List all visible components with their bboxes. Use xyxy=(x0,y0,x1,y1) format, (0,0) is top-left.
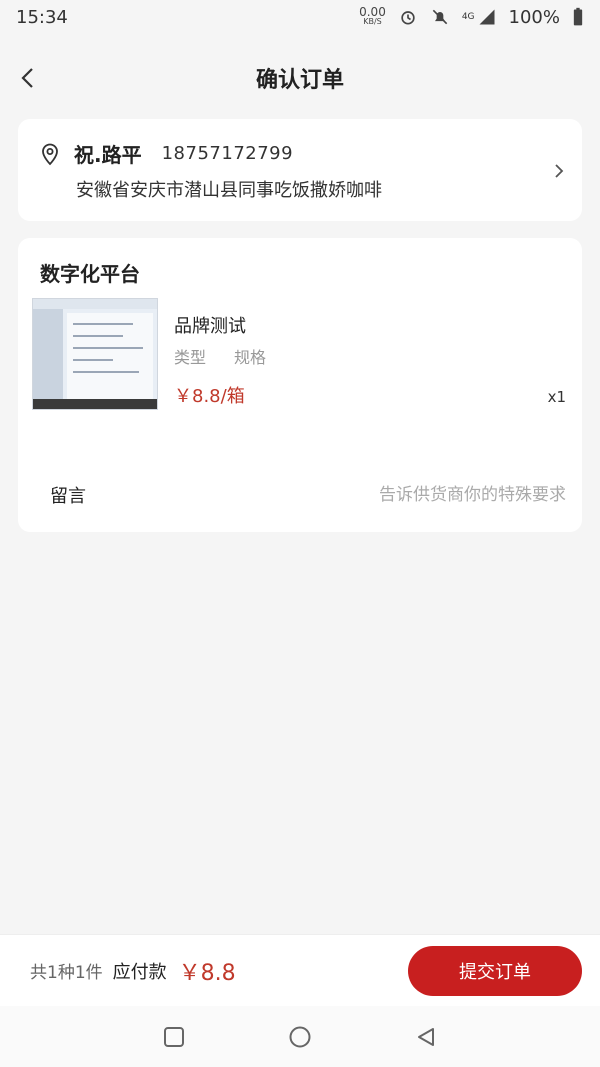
product-spec-label: 规格 xyxy=(234,348,267,367)
product-type-label: 类型 xyxy=(174,348,207,367)
thumb-line xyxy=(73,371,139,373)
signal-icon xyxy=(479,9,495,25)
product-quantity: x1 xyxy=(547,388,566,406)
message-row: 留言 xyxy=(50,482,566,508)
status-bar: 15:34 0.00 KB/S 4G 100% xyxy=(0,0,600,34)
thumb-line xyxy=(73,335,123,337)
thumb-taskbar xyxy=(33,399,157,409)
status-time: 15:34 xyxy=(16,6,68,28)
product-price: ￥8.8/箱 xyxy=(174,386,245,407)
home-button[interactable] xyxy=(287,1024,313,1050)
battery-icon xyxy=(573,7,583,26)
chevron-right-icon xyxy=(555,164,564,178)
alarm-icon xyxy=(401,11,415,25)
back-button[interactable] xyxy=(12,60,42,96)
checkout-bar: 共1种1件 应付款 ￥8.8 提交订单 xyxy=(0,934,600,1006)
net-speed-unit: KB/S xyxy=(363,17,382,26)
pay-amount: ￥8.8 xyxy=(178,960,236,986)
order-card: 数字化平台 品牌测试 类型 规格 ￥8.8/箱 x1 留言 xyxy=(18,238,582,532)
thumb-sidebar xyxy=(33,309,63,401)
total-count: 共1种1件 xyxy=(30,963,103,983)
network-type: 4G xyxy=(461,12,475,22)
square-icon xyxy=(164,1026,184,1047)
page-title: 确认订单 xyxy=(255,68,344,93)
submit-order-button[interactable]: 提交订单 xyxy=(408,945,582,996)
recipient-phone: 18757172799 xyxy=(161,143,294,164)
product-meta: 类型 规格 xyxy=(174,344,266,368)
message-input[interactable] xyxy=(306,485,566,505)
thumb-line xyxy=(73,323,133,325)
triangle-back-icon xyxy=(418,1027,434,1046)
product-image[interactable] xyxy=(32,298,158,410)
recent-apps-button[interactable] xyxy=(161,1024,187,1050)
location-pin-icon xyxy=(42,143,58,165)
status-icons: 0.00 KB/S 4G 100% xyxy=(359,5,584,28)
net-speed: 0.00 KB/S xyxy=(359,5,386,27)
address-card[interactable]: 祝.路平 18757172799 安徽省安庆市潜山县同事吃饭撒娇咖啡 xyxy=(18,119,582,221)
net-speed-value: 0.00 xyxy=(359,5,386,19)
nav-bar: 确认订单 xyxy=(0,48,600,108)
signal-group: 4G xyxy=(462,7,497,27)
shop-name: 数字化平台 xyxy=(40,262,140,286)
back-nav-button[interactable] xyxy=(413,1024,439,1050)
muted-bell-icon xyxy=(432,9,448,25)
pay-label: 应付款 xyxy=(112,961,167,983)
battery-level: 100% xyxy=(508,6,560,28)
thumb-line xyxy=(73,359,113,361)
thumb-content xyxy=(67,313,153,399)
system-nav-bar xyxy=(0,1006,600,1067)
product-title: 品牌测试 xyxy=(174,316,246,337)
thumb-toolbar xyxy=(33,299,157,309)
recipient-name: 祝.路平 xyxy=(74,143,142,167)
message-label: 留言 xyxy=(50,486,86,507)
circle-icon xyxy=(289,1026,311,1047)
thumb-line xyxy=(73,347,143,349)
back-arrow-icon xyxy=(21,68,33,88)
address-detail: 安徽省安庆市潜山县同事吃饭撒娇咖啡 xyxy=(76,180,382,201)
address-header: 祝.路平 18757172799 xyxy=(38,139,562,168)
